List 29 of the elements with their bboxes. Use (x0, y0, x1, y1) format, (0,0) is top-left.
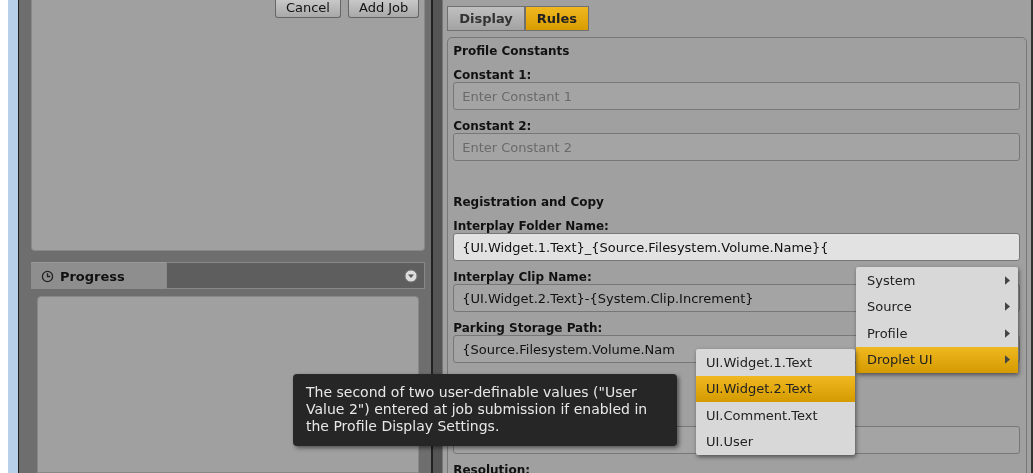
cancel-button[interactable]: Cancel (274, 0, 341, 18)
menu-item[interactable]: UI.Widget.1.Text (696, 349, 855, 376)
menu-item[interactable]: Droplet UI (856, 346, 1018, 373)
panel-title: Progress (59, 268, 125, 284)
progress-tab[interactable]: Progress (30, 262, 166, 289)
dropdown-icon[interactable] (404, 268, 419, 283)
field-label: Interplay Clip Name: (453, 270, 592, 284)
section-heading: Profile Constants (453, 44, 570, 58)
input-field[interactable]: Enter Constant 1 (453, 82, 1020, 110)
submenu-arrow-icon (1005, 355, 1010, 365)
menu-item[interactable]: Profile (856, 320, 1018, 347)
submenu-arrow-icon (1005, 302, 1010, 312)
submenu-arrow-icon (1005, 275, 1010, 285)
menu-item[interactable]: UI.User (696, 428, 855, 455)
section-heading: Registration and Copy (453, 195, 604, 209)
tooltip: The second of two user-definable values ("User Value 2") entered at job submission if enabled in the Profile Display Settings. (293, 374, 677, 446)
field-label: Parking Storage Path: (453, 321, 603, 335)
field-label: Constant 1: (453, 68, 532, 82)
field-label: Interplay Folder Name: (453, 219, 609, 233)
add-job-button[interactable]: Add Job (347, 0, 420, 18)
field-label: Constant 2: (453, 119, 532, 133)
menu-item[interactable]: UI.Comment.Text (696, 402, 855, 429)
input-field[interactable]: {UI.Widget.1.Text}_{Source.Filesystem.Volume.Name}{ (453, 233, 1020, 261)
tab[interactable]: Rules (524, 6, 590, 31)
submenu-arrow-icon (1005, 328, 1010, 338)
tab[interactable]: Display (447, 6, 525, 31)
clock-icon (40, 269, 54, 283)
input-field[interactable]: Enter Constant 2 (453, 133, 1020, 161)
menu-item[interactable]: UI.Widget.2.Text (696, 375, 855, 402)
